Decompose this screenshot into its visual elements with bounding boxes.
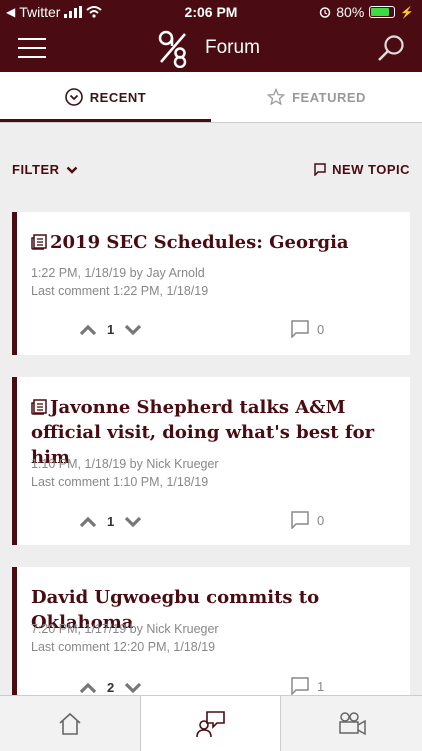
post-last-comment: Last comment 1:10 PM, 1/18/19 [31,475,209,489]
logo-icon [158,30,187,68]
post-card[interactable]: David Ugwoegbu commits to Oklahoma 7:20 … [12,567,410,707]
post-card[interactable]: Javonne Shepherd talks A&M official visi… [12,377,410,545]
vote-count: 1 [107,322,115,337]
app-bar: Forum [0,24,422,72]
forum-icon [195,710,225,737]
tab-featured[interactable]: FEATURED [211,72,422,122]
status-right: 80% ⚡ [319,4,414,20]
comment-count-button[interactable]: 0 [291,320,324,338]
tab-recent-label: RECENT [89,89,147,105]
chevron-down-icon [66,166,77,174]
vote-count: 2 [107,680,115,695]
post-last-comment: Last comment 1:22 PM, 1/18/19 [31,284,209,298]
article-icon [31,234,47,250]
post-byline: 1:10 PM, 1/18/19 by Nick Krueger [31,457,219,471]
downvote-icon[interactable] [124,682,142,694]
star-icon [267,88,286,106]
post-title[interactable]: 2019 SEC Schedules: Georgia [31,230,396,255]
alarm-icon [320,7,331,18]
comment-icon [291,677,309,695]
downvote-icon[interactable] [124,516,142,528]
page-title: Forum [205,37,260,58]
article-icon [31,399,47,415]
status-bar: ◀ Twitter 2:06 PM 80% ⚡ [0,0,422,24]
bottom-nav [0,695,422,751]
downvote-icon[interactable] [124,324,142,336]
video-camera-icon [338,711,366,735]
nav-forum[interactable] [140,696,281,751]
upvote-icon[interactable] [79,682,97,694]
post-meta: 1:22 PM, 1/18/19 by Jay Arnold Last comm… [31,264,208,300]
vote-control: 2 [79,680,142,695]
search-icon[interactable] [376,33,406,63]
upvote-icon[interactable] [79,516,97,528]
filter-bar: FILTER NEW TOPIC [0,152,422,188]
post-meta: 1:10 PM, 1/18/19 by Nick Krueger Last co… [31,455,219,491]
comment-count: 1 [317,678,325,694]
comment-icon [314,163,326,176]
comment-count: 0 [317,321,325,337]
battery-percent: 80% [336,4,365,20]
nav-home[interactable] [0,696,140,751]
post-last-comment: Last comment 12:20 PM, 1/18/19 [31,640,216,654]
nav-video[interactable] [281,696,422,751]
new-topic-button[interactable]: NEW TOPIC [314,162,410,177]
tab-recent[interactable]: RECENT [0,72,211,122]
active-tab-indicator [0,119,211,122]
filter-label: FILTER [12,162,60,177]
post-byline: 1:22 PM, 1/18/19 by Jay Arnold [31,266,205,280]
tab-bar: RECENT FEATURED [0,72,422,123]
tab-featured-label: FEATURED [292,89,366,105]
upvote-icon[interactable] [79,324,97,336]
post-card[interactable]: 2019 SEC Schedules: Georgia 1:22 PM, 1/1… [12,212,410,355]
hamburger-menu-icon[interactable] [18,38,46,58]
post-meta: 7:20 PM, 1/17/19 by Nick Krueger Last co… [31,620,219,656]
vote-count: 1 [107,514,115,529]
new-topic-label: NEW TOPIC [332,162,410,177]
filter-button[interactable]: FILTER [12,162,78,177]
comment-count-button[interactable]: 1 [291,677,324,695]
home-icon [59,712,81,735]
comment-count-button[interactable]: 0 [291,511,324,529]
post-title-text: 2019 SEC Schedules: Georgia [50,232,349,253]
vote-control: 1 [79,322,142,337]
chevron-circle-down-icon [64,88,83,106]
battery-icon [369,6,396,18]
post-byline: 7:20 PM, 1/17/19 by Nick Krueger [31,622,219,636]
charging-icon: ⚡ [400,6,414,19]
comment-icon [291,320,309,338]
vote-control: 1 [79,514,142,529]
battery-fill [371,8,389,16]
comment-count: 0 [317,512,325,528]
comment-icon [291,511,309,529]
